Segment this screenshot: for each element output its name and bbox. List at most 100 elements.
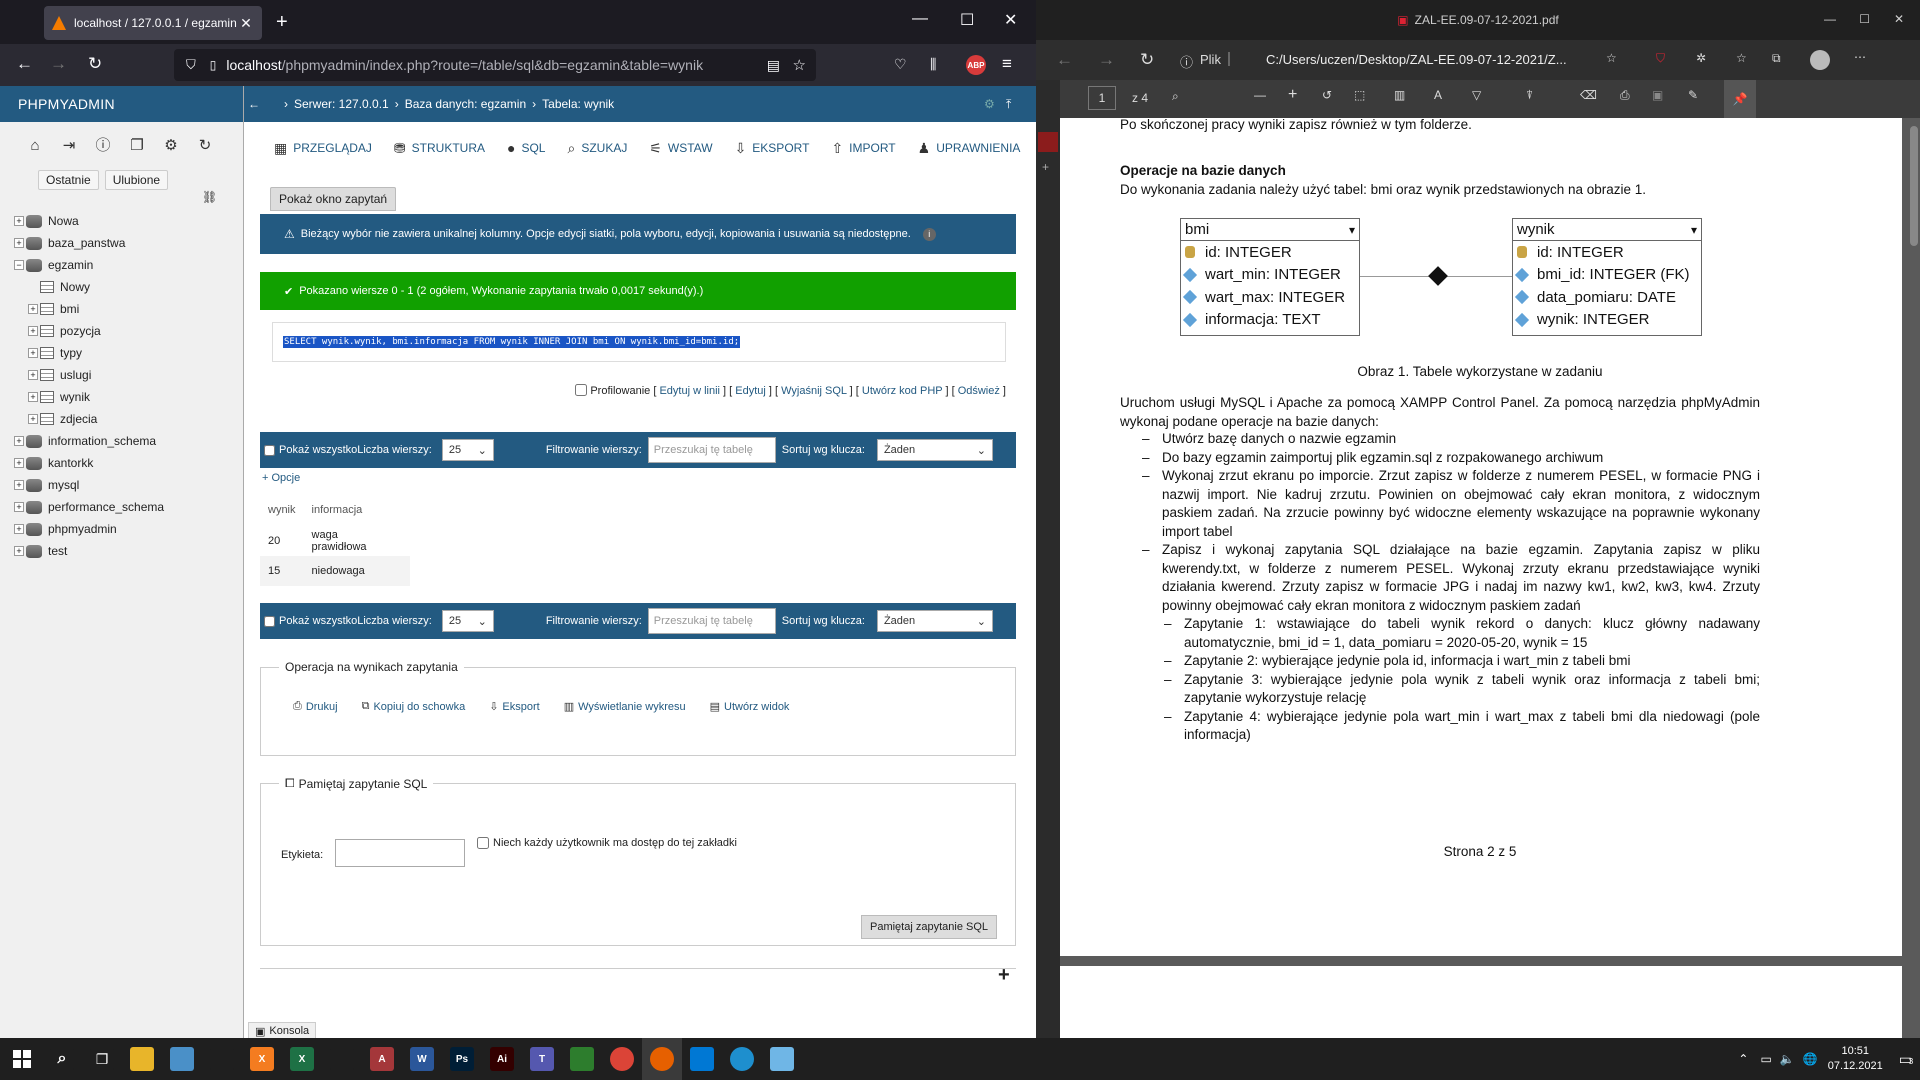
share-bookmark-checkbox[interactable] <box>477 837 489 849</box>
edge-icon[interactable] <box>722 1038 762 1080</box>
new-tab-icon[interactable]: + <box>276 10 288 34</box>
pma-logo[interactable]: PHPMYADMIN <box>0 86 243 122</box>
sql-query-text[interactable]: SELECT wynik.wynik, bmi.informacja FROM … <box>283 336 741 348</box>
search-icon[interactable]: ⌕ <box>42 1038 82 1080</box>
explorer-icon[interactable] <box>122 1038 162 1080</box>
reload-icon[interactable]: ↻ <box>88 54 102 74</box>
tree-node-wynik[interactable]: + wynik <box>14 386 164 408</box>
zoom-out-icon[interactable]: — <box>1254 88 1266 102</box>
favorites-icon[interactable]: ☆ <box>1736 51 1747 65</box>
reader-view-icon[interactable]: ▤ <box>767 57 780 74</box>
close-icon[interactable]: ✕ <box>1894 12 1904 26</box>
create-php-link[interactable]: Utwórz kod PHP <box>862 385 943 397</box>
expand-icon[interactable]: + <box>28 304 38 314</box>
rows-select[interactable]: 25 ⌄ <box>441 439 494 461</box>
page-number-input[interactable]: 1 <box>1088 86 1116 110</box>
tree-node-zdjecia[interactable]: + zdjecia <box>14 408 164 430</box>
shield-icon[interactable]: ⛉ <box>186 57 196 73</box>
access-icon[interactable]: A <box>362 1038 402 1080</box>
start-icon[interactable] <box>2 1038 42 1080</box>
menu-icon[interactable]: ≡ <box>1002 54 1012 74</box>
pdf-path[interactable]: C:/Users/uczen/Desktop/ZAL-EE.09-07-12-2… <box>1266 52 1567 67</box>
tray-chevron-icon[interactable]: ⌃ <box>1738 1052 1748 1066</box>
forward-icon[interactable]: → <box>1098 50 1115 70</box>
excel-icon[interactable]: X <box>282 1038 322 1080</box>
expand-icon[interactable]: + <box>28 414 38 424</box>
maximize-icon[interactable]: ☐ <box>960 10 974 30</box>
pocket-icon[interactable]: ♡ <box>894 54 907 74</box>
save-icon[interactable]: ▣ <box>1652 88 1663 102</box>
plus-icon[interactable]: + <box>998 964 1010 987</box>
console-bar[interactable]: ▣ Konsola <box>248 1022 317 1038</box>
scrollbar[interactable] <box>1910 126 1918 246</box>
maximize-icon[interactable]: ☐ <box>1859 12 1870 26</box>
show-all-checkbox[interactable] <box>264 615 275 627</box>
menu-tab-2[interactable]: ● SQL <box>507 140 545 156</box>
avatar[interactable] <box>1810 50 1830 70</box>
tree-node-bmi[interactable]: + bmi <box>14 298 164 320</box>
clock[interactable]: 10:51 07.12.2021 <box>1828 1044 1883 1074</box>
tree-node-Nowa[interactable]: + Nowa <box>14 210 164 232</box>
collapse-icon[interactable]: ← <box>248 97 260 111</box>
teams-icon[interactable]: T <box>522 1038 562 1080</box>
bird-app-icon[interactable] <box>162 1038 202 1080</box>
column-header[interactable]: informacja <box>304 494 410 526</box>
extensions-icon[interactable]: ✲ <box>1696 51 1706 65</box>
menu-tab-5[interactable]: ⇩ EKSPORT <box>735 140 810 157</box>
tree-node-typy[interactable]: + typy <box>14 342 164 364</box>
expand-icon[interactable]: − <box>14 260 24 270</box>
fit-page-icon[interactable]: ⬚ <box>1354 88 1365 102</box>
profiling-checkbox[interactable] <box>575 384 588 396</box>
docs-icon[interactable]: ❐ <box>128 137 146 155</box>
close-icon[interactable]: ✕ <box>1004 10 1017 30</box>
sort-select[interactable]: Żaden ⌄ <box>876 610 993 632</box>
ops-item-4[interactable]: ▤ Utwórz widok <box>710 700 790 714</box>
draw-icon[interactable]: ▽ <box>1472 88 1481 102</box>
eraser-icon[interactable]: ⌫ <box>1580 88 1597 102</box>
close-tab-icon[interactable]: ✕ <box>238 15 254 32</box>
expand-icon[interactable]: + <box>14 546 24 556</box>
sql-query-box[interactable]: SELECT wynik.wynik, bmi.informacja FROM … <box>272 322 1006 362</box>
more-icon[interactable]: ⋯ <box>1854 50 1866 64</box>
chrome-icon[interactable] <box>602 1038 642 1080</box>
bookmark-star-icon[interactable]: ☆ <box>793 56 806 74</box>
notepad-icon[interactable] <box>762 1038 802 1080</box>
home-icon[interactable]: ⌂ <box>26 137 44 155</box>
browser-tab[interactable]: localhost / 127.0.0.1 / egzamin / ✕ <box>44 6 262 40</box>
minimize-icon[interactable]: — <box>1824 12 1836 26</box>
sort-select[interactable]: Żaden ⌄ <box>876 439 993 461</box>
box-3d-icon[interactable] <box>202 1038 242 1080</box>
filter-input[interactable]: Przeszukaj tę tabelę <box>647 608 776 634</box>
rows-select[interactable]: 25 ⌄ <box>441 610 494 632</box>
pin-icon[interactable]: 📌 <box>1724 80 1756 118</box>
breadcrumb-db[interactable]: Baza danych: egzamin <box>405 97 526 111</box>
menu-tab-7[interactable]: ♟ UPRAWNIENIA <box>918 140 1021 157</box>
explain-link[interactable]: Wyjaśnij SQL <box>781 385 847 397</box>
expand-icon[interactable]: + <box>28 326 38 336</box>
forward-icon[interactable]: → <box>50 54 67 74</box>
tree-node-mysql[interactable]: + mysql <box>14 474 164 496</box>
expand-icon[interactable]: + <box>14 216 24 226</box>
tree-node-performance-schema[interactable]: + performance_schema <box>14 496 164 518</box>
tree-node-pozycja[interactable]: + pozycja <box>14 320 164 342</box>
refresh-icon[interactable]: ↻ <box>196 137 214 155</box>
library-icon[interactable]: ⫼ <box>930 54 936 74</box>
minimize-icon[interactable]: — <box>912 10 928 28</box>
print-icon[interactable]: ⎙ <box>1620 88 1630 103</box>
help-icon[interactable]: i <box>922 227 936 241</box>
search-icon[interactable]: ⌕ <box>1172 89 1179 104</box>
expand-icon[interactable]: + <box>14 524 24 534</box>
menu-tab-1[interactable]: ⛃ STRUKTURA <box>394 140 485 157</box>
tree-node-information-schema[interactable]: + information_schema <box>14 430 164 452</box>
xampp-icon[interactable]: X <box>242 1038 282 1080</box>
breadcrumb-server[interactable]: Serwer: 127.0.0.1 <box>294 97 389 111</box>
expand-icon[interactable] <box>28 282 38 292</box>
volume-icon[interactable]: 🔈 <box>1780 1052 1795 1066</box>
refresh-link[interactable]: Odśwież <box>958 385 1000 397</box>
ops-item-0[interactable]: ⎙ Drukuj <box>293 700 338 713</box>
back-icon[interactable]: ← <box>1056 50 1073 70</box>
vscode-icon[interactable] <box>682 1038 722 1080</box>
expand-icon[interactable]: + <box>14 502 24 512</box>
tree-node-Nowy[interactable]: Nowy <box>14 276 164 298</box>
highlight-icon[interactable]: ⍒ <box>1526 88 1533 103</box>
